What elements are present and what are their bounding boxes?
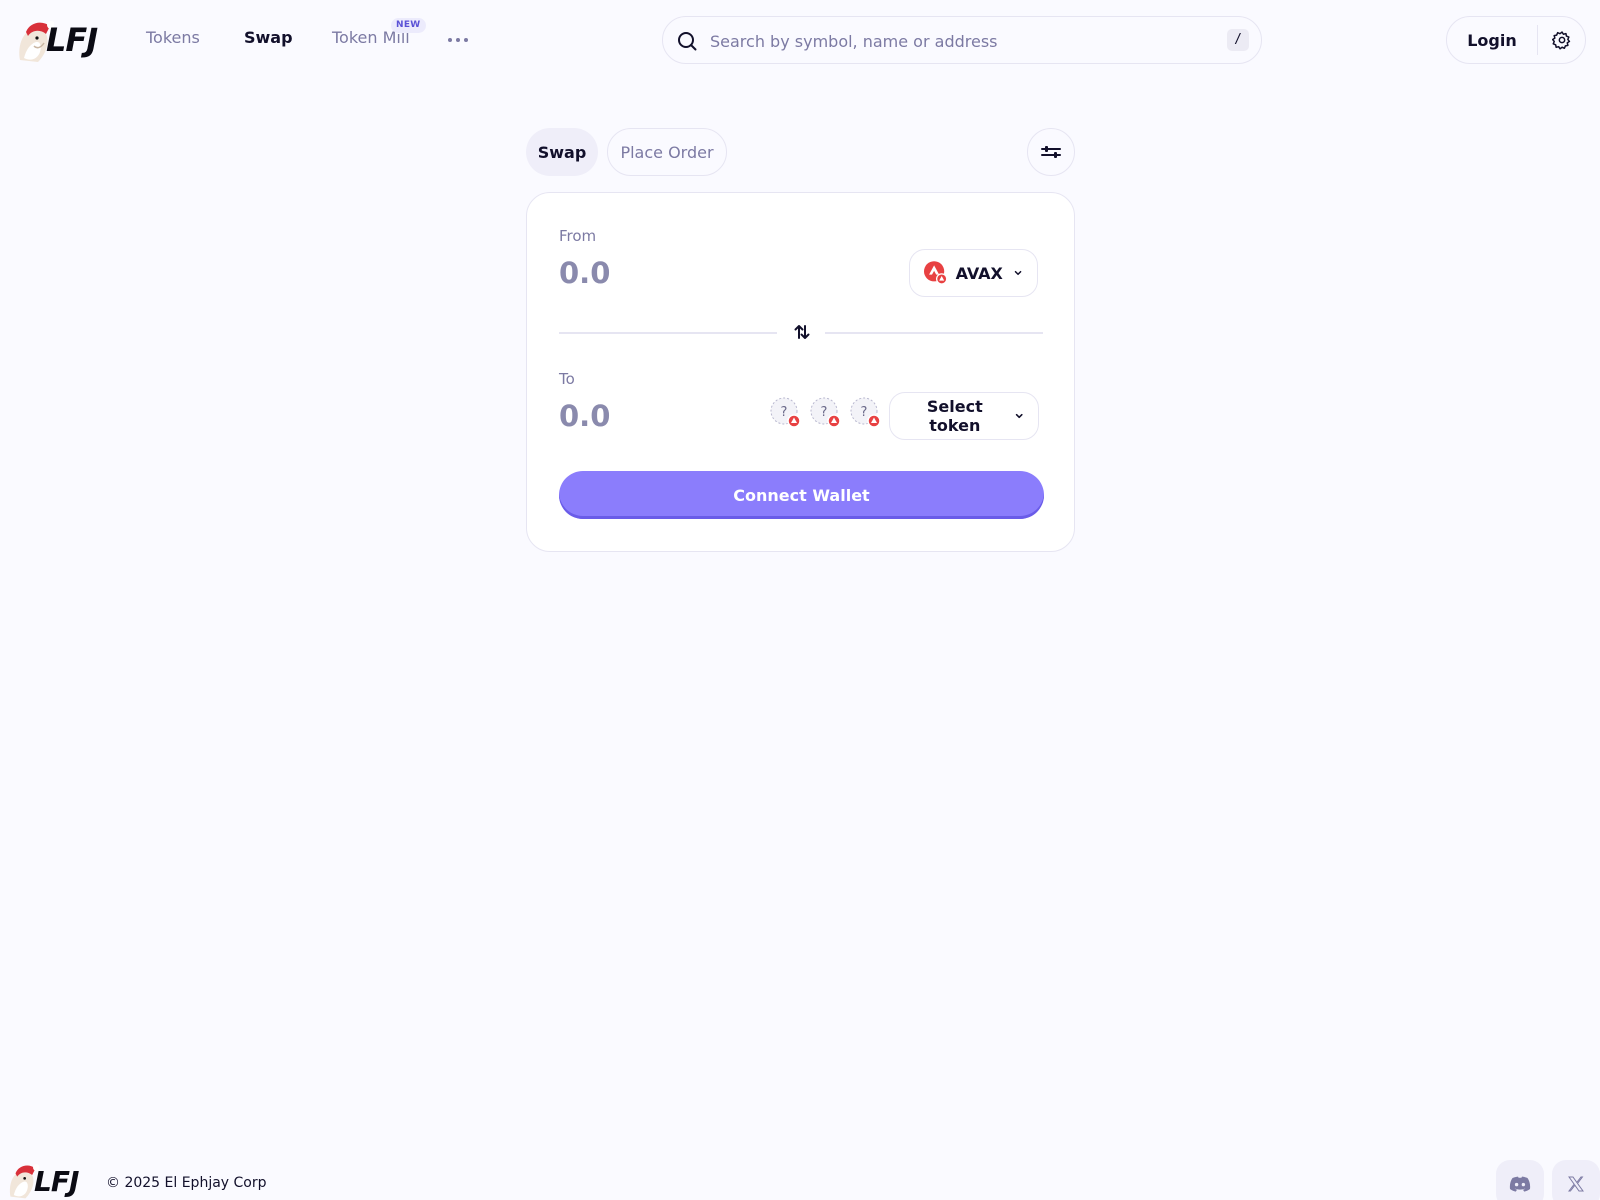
footer-logo-wordmark: LFJ	[34, 1165, 79, 1198]
suggested-token-2[interactable]: ?	[810, 397, 842, 429]
swap-arrows-icon	[794, 325, 810, 339]
avax-token-icon	[924, 261, 948, 285]
svg-text:?: ?	[861, 405, 868, 420]
swap-card: From AVAX To	[526, 192, 1075, 552]
unknown-token-icon: ?	[770, 397, 801, 428]
nav-tokens[interactable]: Tokens	[146, 28, 200, 47]
tab-swap[interactable]: Swap	[526, 128, 598, 176]
to-token-selector[interactable]: Select token	[889, 392, 1039, 440]
select-token-label: Select token	[926, 397, 983, 435]
swap-settings-button[interactable]	[1027, 128, 1075, 176]
gear-icon	[1552, 31, 1571, 50]
unknown-token-icon: ?	[810, 397, 841, 428]
more-dots-icon[interactable]	[448, 28, 468, 52]
divider-right	[825, 332, 1043, 334]
footer: LFJ © 2025 El Ephjay Corp	[0, 1152, 1600, 1200]
top-bar: LFJ Tokens Swap Token Mill NEW / Login	[0, 0, 1600, 80]
unknown-token-icon: ?	[850, 397, 881, 428]
copyright-text: © 2025 El Ephjay Corp	[106, 1175, 267, 1191]
from-label: From	[559, 227, 597, 245]
search-input[interactable]	[710, 29, 1180, 53]
search-bar[interactable]: /	[662, 16, 1262, 64]
search-shortcut-key: /	[1227, 29, 1249, 51]
to-label: To	[559, 370, 575, 388]
x-button[interactable]	[1552, 1160, 1600, 1200]
footer-lfj-logo[interactable]: LFJ	[6, 1160, 79, 1200]
auth-group: Login	[1446, 16, 1586, 64]
from-token-selector[interactable]: AVAX	[909, 249, 1038, 297]
suggested-token-3[interactable]: ?	[850, 397, 882, 429]
login-button[interactable]: Login	[1447, 17, 1537, 63]
chevron-down-icon	[1014, 270, 1022, 276]
from-amount-input[interactable]	[559, 253, 859, 293]
page: LFJ Tokens Swap Token Mill NEW / Login	[0, 0, 1600, 1200]
divider-left	[559, 332, 777, 334]
new-badge: NEW	[391, 18, 426, 33]
discord-button[interactable]	[1496, 1160, 1544, 1200]
logo-wordmark: LFJ	[46, 21, 98, 59]
x-icon	[1568, 1176, 1584, 1192]
svg-text:?: ?	[821, 405, 828, 420]
flip-direction-button[interactable]	[789, 319, 815, 345]
nav-swap[interactable]: Swap	[244, 28, 293, 47]
tab-place-order[interactable]: Place Order	[607, 128, 727, 176]
settings-button[interactable]	[1538, 17, 1586, 63]
chevron-down-icon	[1015, 413, 1023, 419]
svg-text:?: ?	[781, 405, 788, 420]
lfj-logo[interactable]: LFJ	[16, 16, 98, 64]
suggested-token-1[interactable]: ?	[770, 397, 802, 429]
from-token-symbol: AVAX	[955, 263, 1003, 283]
search-icon	[678, 32, 697, 51]
discord-icon	[1509, 1176, 1531, 1192]
sliders-icon	[1041, 146, 1061, 158]
connect-wallet-button[interactable]: Connect Wallet	[559, 471, 1044, 519]
